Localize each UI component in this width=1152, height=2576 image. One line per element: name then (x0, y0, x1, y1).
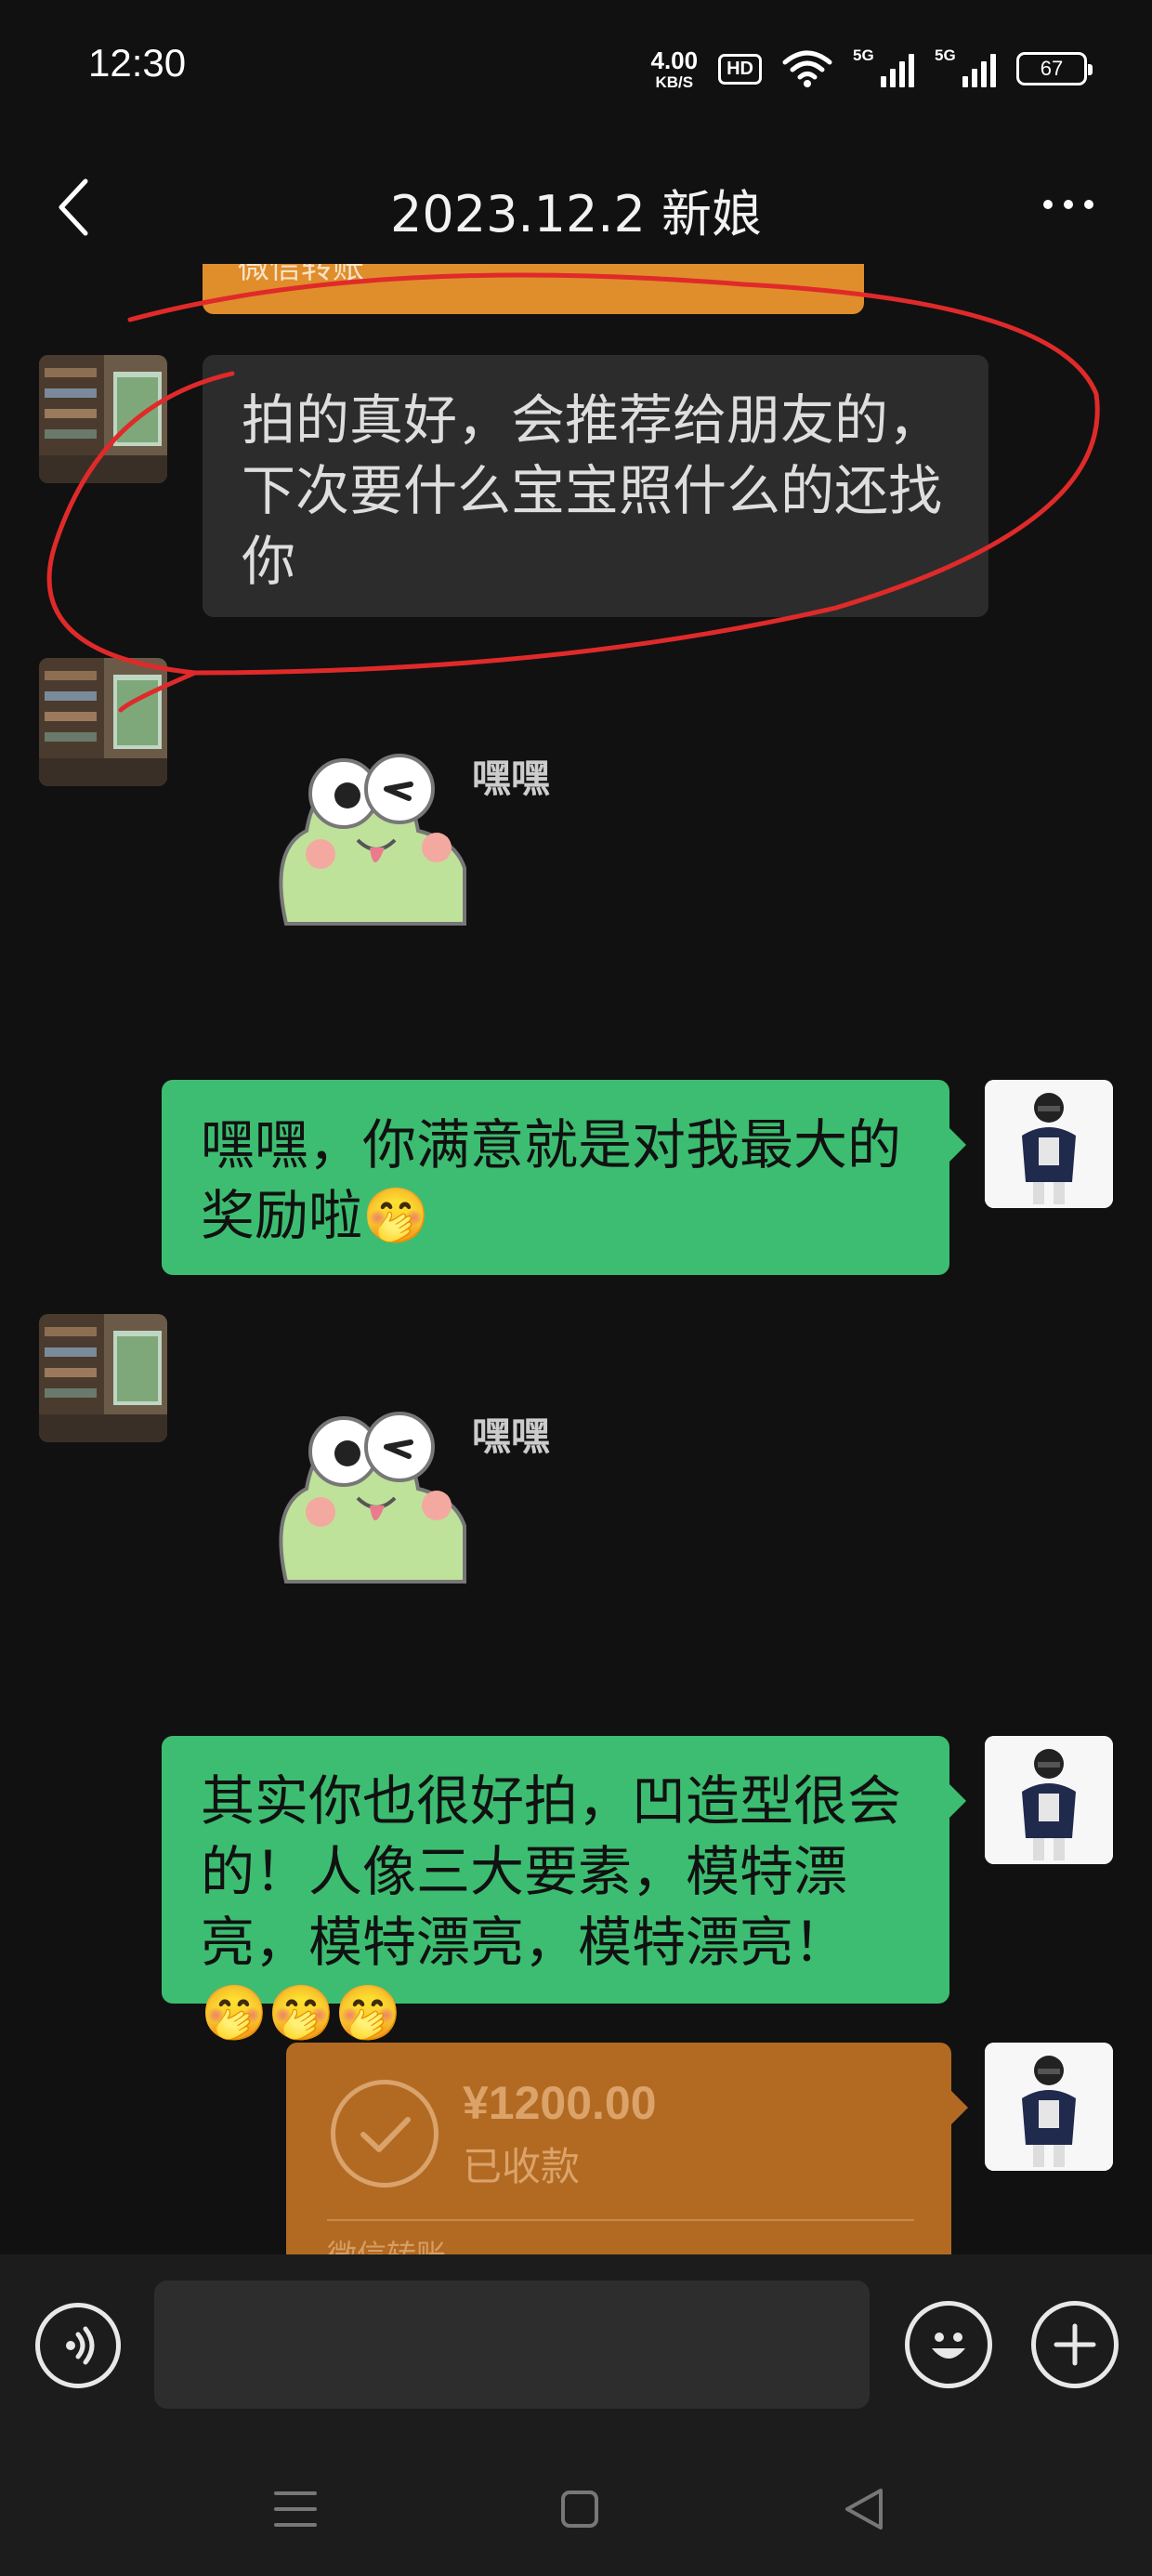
input-bar (0, 2254, 1152, 2437)
chat-header: 2023.12.2 新娘 (0, 149, 1152, 264)
frog-sticker[interactable]: 嘿嘿 (269, 738, 585, 942)
nav-menu-button[interactable] (258, 2472, 333, 2546)
signal-icon: 5G (935, 46, 996, 87)
plus-icon (1054, 2323, 1096, 2366)
my-avatar-image (985, 1736, 1113, 1864)
nav-home-button[interactable] (543, 2472, 617, 2546)
message-bubble[interactable]: 其实你也很好拍，凹造型很会的！人像三大要素，模特漂亮，模特漂亮，模特漂亮！🤭🤭🤭 (162, 1736, 966, 2044)
menu-icon (274, 2491, 317, 2527)
transfer-divider (327, 2219, 914, 2221)
transfer-card[interactable]: ¥1200.00 已收款 微信转账 (286, 2043, 968, 2254)
message-bubble[interactable]: 嘿嘿，你满意就是对我最大的奖励啦🤭 (162, 1080, 966, 1275)
my-avatar-image (985, 2043, 1113, 2171)
status-bar: 12:30 4.00 KB/S HD 5G 5G 67 (0, 0, 1152, 139)
emoji-button[interactable] (905, 2301, 992, 2388)
hd-icon: HD (718, 53, 762, 85)
frog-sticker[interactable]: 嘿嘿 (269, 1396, 585, 1600)
my-avatar[interactable] (985, 1736, 1113, 1864)
voice-button[interactable] (35, 2303, 121, 2388)
wechat-chat-screen: 12:30 4.00 KB/S HD 5G 5G 67 2023.12.2 新娘… (0, 0, 1152, 2576)
wifi-icon (782, 50, 832, 87)
network-speed-unit: KB/S (655, 72, 694, 91)
voice-icon (66, 2326, 95, 2365)
battery-level: 67 (1040, 57, 1064, 80)
contact-avatar[interactable] (39, 1314, 167, 1442)
message-input[interactable] (154, 2280, 870, 2409)
transfer-footer: 微信转账 (327, 2232, 446, 2254)
transfer-amount: ¥1200.00 (463, 2077, 657, 2129)
triangle-back-icon (845, 2489, 883, 2530)
sticker-caption: 嘿嘿 (472, 756, 551, 801)
network-speed: 4.00 KB/S (651, 48, 699, 90)
network-speed-value: 4.00 (650, 46, 699, 74)
message-list[interactable]: 微信转账 拍的真好，会推荐给朋友的，下次要什么宝宝照什么的还找你 嘿嘿 嘿嘿，你… (0, 264, 1152, 2254)
my-avatar-image (985, 1080, 1113, 1208)
signal-5g-label: 5G (853, 46, 874, 64)
check-circle-icon (331, 2080, 439, 2188)
battery-icon: 67 (1016, 52, 1093, 85)
nav-back-button[interactable] (827, 2472, 901, 2546)
chat-title: 2023.12.2 新娘 (390, 185, 762, 243)
status-icons: 4.00 KB/S HD 5G 5G 67 (651, 43, 1093, 95)
transfer-status: 已收款 (463, 2144, 581, 2189)
highlight-ring-annotation (46, 272, 1100, 713)
contact-avatar-image (39, 1314, 167, 1442)
status-time: 12:30 (88, 41, 187, 85)
more-button[interactable] (1031, 177, 1106, 232)
emoji-icon (932, 2333, 965, 2359)
plus-button[interactable] (1031, 2301, 1119, 2388)
my-avatar[interactable] (985, 2043, 1113, 2171)
system-nav-bar (0, 2437, 1152, 2576)
square-icon (561, 2491, 598, 2528)
my-avatar[interactable] (985, 1080, 1113, 1208)
signal-icon: 5G (853, 46, 914, 87)
more-horizontal-icon (1043, 200, 1053, 209)
signal-5g-label: 5G (935, 46, 956, 64)
sticker-caption: 嘿嘿 (472, 1413, 551, 1459)
